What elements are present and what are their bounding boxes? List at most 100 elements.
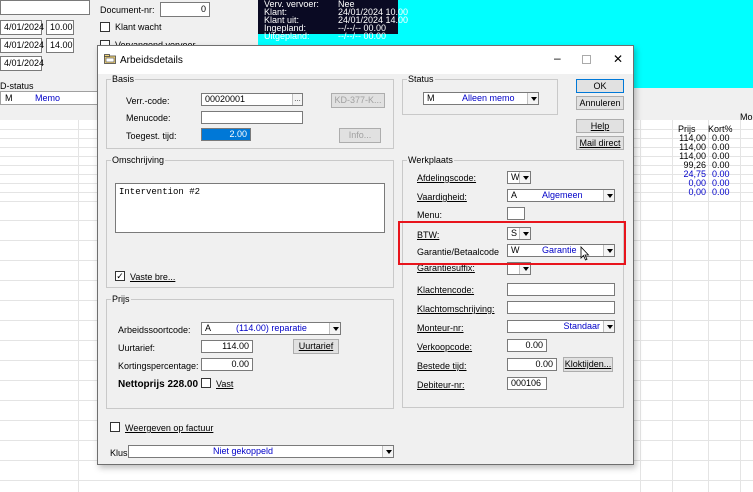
vaardigheid-select[interactable]: A Algemeen [507,189,615,202]
dstatus-label: D-status [0,81,34,91]
bg-field-top[interactable] [0,0,90,15]
toegest-tijd-label: Toegest. tijd: [126,131,177,141]
vast-checkbox[interactable] [201,378,211,388]
nettoprijs-label: Nettoprijs 228.00 [118,379,199,390]
status-select[interactable]: M Alleen memo [423,92,539,105]
planning-value-5: --/--/-- 00.00 [338,31,387,41]
documentnr-label: Document-nr: [100,5,155,15]
date-field-2[interactable]: 4/01/2024 [0,38,44,53]
monteur-nr-label: Monteur-nr: [417,323,464,333]
time-field-2[interactable]: 14.00 [46,38,74,53]
documentnr-field[interactable]: 0 [160,2,210,17]
row-7-kort: 0.00 [712,187,730,197]
mail-direct-button[interactable]: Mail direct [576,136,624,150]
debiteur-nr-field[interactable]: 000106 [507,377,547,390]
arbeidssoortcode-label: Arbeidssoortcode: [118,325,191,335]
klus-value: Niet gekoppeld [213,446,274,456]
verkoopcode-label: Verkoopcode: [417,342,473,352]
kd-button[interactable]: KD-377-K... [331,93,385,108]
minimize-icon[interactable]: – [554,51,561,65]
klachtencode-field[interactable] [507,283,615,296]
arbeidssoortcode-text: (114.00) reparatie [236,323,307,333]
time-field-1[interactable]: 10.00 [46,20,74,35]
status-text: Alleen memo [462,93,515,103]
kloktijden-button[interactable]: Kloktijden... [563,357,613,372]
chevron-down-icon[interactable] [603,321,614,332]
prijs-group-label: Prijs [111,294,131,304]
date-field-3[interactable]: 4/01/2024 [0,56,44,71]
uurtarief-button[interactable]: Uurtarief [293,339,339,354]
menucode-field[interactable] [201,111,303,124]
dstatus-text: Memo [35,93,61,103]
monteur-nr-select[interactable]: Standaar [507,320,615,333]
weergeven-checkbox[interactable] [110,422,120,432]
uurtarief-field[interactable]: 114.00 [201,340,253,353]
debiteur-nr-label: Debiteur-nr: [417,380,465,390]
omschrijving-group: Omschrijving Intervention #2 ✓ Vaste bre… [106,155,394,288]
klus-label: Klus: [110,448,131,458]
ok-button[interactable]: OK [576,79,624,93]
highlight-box [398,221,626,265]
status-code: M [427,93,435,103]
info-button[interactable]: Info... [339,128,381,143]
uurtarief-label: Uurtarief: [118,343,156,353]
vaardigheid-text: Algemeen [542,190,583,200]
klachtomschrijving-label: Klachtomschrijving: [417,304,495,314]
klus-select[interactable]: Niet gekoppeld [128,445,394,458]
dstatus-code: M [5,93,13,103]
chevron-down-icon[interactable] [329,323,340,334]
menu-label: Menu: [417,210,443,220]
bestede-tijd-field[interactable]: 0.00 [507,358,557,371]
date-field-1[interactable]: 4/01/2024 [0,20,44,35]
close-icon[interactable]: ✕ [613,52,623,66]
prijs-group: Prijs Arbeidssoortcode: A (114.00) repar… [106,294,394,409]
dialog-title: Arbeidsdetails [120,55,183,66]
toegest-tijd-field[interactable]: 2.00 [201,128,251,141]
maximize-icon[interactable] [582,55,591,64]
kortingspercentage-field[interactable]: 0.00 [201,358,253,371]
lookup-button[interactable]: … [292,94,302,105]
vast-label: Vast [216,379,234,389]
verr-code-field[interactable]: 00020001 … [201,93,303,106]
basis-group: Basis Verr.-code: 00020001 … KD-377-K...… [106,74,394,149]
planning-info: Verv. vervoer: Klant: Klant uit: Ingepla… [258,0,408,40]
verr-code-label: Verr.-code: [126,96,170,106]
klachtencode-label: Klachtencode: [417,285,475,295]
status-group-label: Status [407,74,435,84]
vaste-bre-checkbox[interactable]: ✓ [115,271,125,281]
vaste-bre-label: Vaste bre... [130,272,176,282]
arbeidssoortcode-code: A [205,323,212,333]
cursor-icon [580,245,590,262]
afdelingscode-label: Afdelingscode: [417,173,477,183]
omschrijving-group-label: Omschrijving [111,155,166,165]
menucode-label: Menucode: [126,113,171,123]
verr-code-value: 00020001 [205,94,246,104]
werkplaats-group: Werkplaats Afdelingscode: W Vaardigheid:… [402,155,624,408]
basis-group-label: Basis [111,74,136,84]
annuleren-button[interactable]: Annuleren [576,96,624,110]
help-button[interactable]: Help [576,119,624,133]
kortingspercentage-label: Kortingspercentage: [118,361,199,371]
chevron-down-icon[interactable] [382,446,393,457]
afdelingscode-select[interactable]: W [507,171,531,184]
monteur-nr-value: Standaar [563,321,600,331]
vaardigheid-code: A [511,190,518,200]
arbeidssoortcode-select[interactable]: A (114.00) reparatie [201,322,341,335]
omschrijving-textarea[interactable]: Intervention #2 [115,183,385,233]
klant-wacht-label: Klant wacht [115,22,162,32]
bestede-tijd-label: Bestede tijd: [417,361,467,371]
arbeidsdetails-dialog: Arbeidsdetails – ✕ Basis Verr.-code: 000… [97,45,634,465]
status-group: Status M Alleen memo [402,74,558,115]
chevron-down-icon[interactable] [603,190,614,201]
folder-icon [104,54,116,64]
klachtomschrijving-field[interactable] [507,301,615,314]
dstatus-row[interactable]: M Memo [0,91,102,105]
row-7-prijs: 0,00 [688,187,706,197]
klant-wacht-checkbox[interactable] [100,22,110,32]
dialog-title-bar: Arbeidsdetails – ✕ [98,46,633,74]
verkoopcode-field[interactable]: 0.00 [507,339,547,352]
menu-field[interactable] [507,207,525,220]
chevron-down-icon[interactable] [519,172,530,183]
weergeven-label: Weergeven op factuur [125,423,214,433]
chevron-down-icon[interactable] [527,93,538,104]
